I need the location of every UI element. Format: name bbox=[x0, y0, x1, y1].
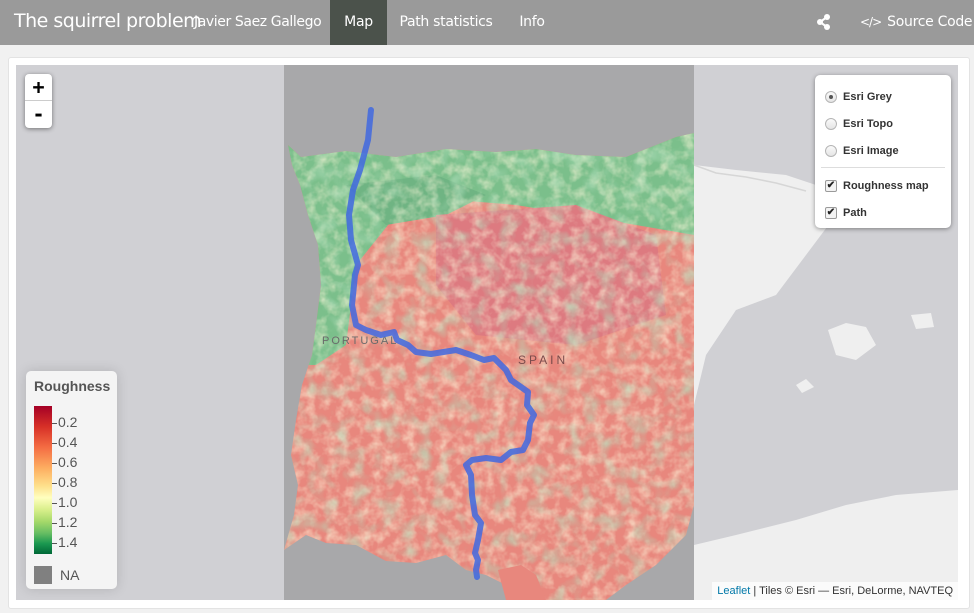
zoom-out-button[interactable]: - bbox=[25, 101, 52, 128]
navbar: The squirrel problem Javier Saez Gallego… bbox=[0, 0, 974, 45]
layers-separator bbox=[821, 167, 945, 168]
overlay-label: Roughness map bbox=[843, 179, 929, 192]
zoom-control: + - bbox=[25, 74, 52, 128]
attribution-text: | Tiles © Esri — Esri, DeLorme, NAVTEQ bbox=[750, 585, 953, 597]
leaflet-link[interactable]: Leaflet bbox=[717, 585, 750, 597]
roughness-legend: Roughness 0.2 0.4 0.6 0.8 1.0 1.2 1.4 NA bbox=[26, 371, 117, 589]
layer-label: Esri Image bbox=[843, 144, 899, 157]
radio-icon[interactable] bbox=[825, 144, 837, 157]
layers-control: Esri Grey Esri Topo Esri Image ✔ Roughne… bbox=[815, 75, 951, 228]
legend-tick: 0.2 bbox=[52, 415, 77, 429]
legend-tick: 0.6 bbox=[52, 455, 77, 469]
share-button[interactable] bbox=[812, 12, 836, 32]
legend-tick: 0.4 bbox=[52, 435, 77, 449]
overlay-roughness-map[interactable]: ✔ Roughness map bbox=[825, 172, 941, 199]
source-code-label: Source Code bbox=[887, 14, 973, 30]
tab-map[interactable]: Map bbox=[330, 0, 387, 45]
map-attribution: Leaflet | Tiles © Esri — Esri, DeLorme, … bbox=[712, 582, 958, 600]
code-icon: </> bbox=[860, 15, 882, 29]
tab-info[interactable]: Info bbox=[505, 0, 559, 45]
overlay-label: Path bbox=[843, 206, 867, 219]
layer-esri-image[interactable]: Esri Image bbox=[825, 137, 941, 164]
source-code-link[interactable]: </> Source Code bbox=[860, 0, 973, 45]
legend-color-bar bbox=[34, 406, 52, 554]
layer-esri-grey[interactable]: Esri Grey bbox=[825, 83, 941, 110]
layer-label: Esri Topo bbox=[843, 117, 893, 130]
radio-selected-icon[interactable] bbox=[825, 90, 837, 103]
checkbox-checked-icon[interactable]: ✔ bbox=[825, 206, 837, 219]
tab-path-statistics[interactable]: Path statistics bbox=[387, 0, 505, 45]
zoom-in-button[interactable]: + bbox=[25, 74, 52, 101]
leaflet-map[interactable]: PORTUGAL SPAIN + - Esri Grey Esri Topo E… bbox=[16, 65, 958, 600]
legend-na-swatch bbox=[34, 566, 52, 584]
label-portugal: PORTUGAL bbox=[322, 335, 398, 347]
checkbox-checked-icon[interactable]: ✔ bbox=[825, 179, 837, 192]
author-name: Javier Saez Gallego bbox=[194, 14, 322, 30]
layer-label: Esri Grey bbox=[843, 90, 892, 103]
legend-na-label: NA bbox=[60, 567, 80, 583]
legend-tick: 0.8 bbox=[52, 475, 77, 489]
app-title[interactable]: The squirrel problem bbox=[14, 10, 202, 32]
legend-tick: 1.0 bbox=[52, 495, 77, 509]
label-spain: SPAIN bbox=[518, 353, 568, 367]
share-icon bbox=[817, 14, 830, 30]
layer-esri-topo[interactable]: Esri Topo bbox=[825, 110, 941, 137]
radio-icon[interactable] bbox=[825, 117, 837, 130]
legend-tick: 1.2 bbox=[52, 515, 77, 529]
legend-tick: 1.4 bbox=[52, 535, 77, 549]
legend-title: Roughness bbox=[34, 378, 111, 394]
overlay-path[interactable]: ✔ Path bbox=[825, 199, 941, 226]
